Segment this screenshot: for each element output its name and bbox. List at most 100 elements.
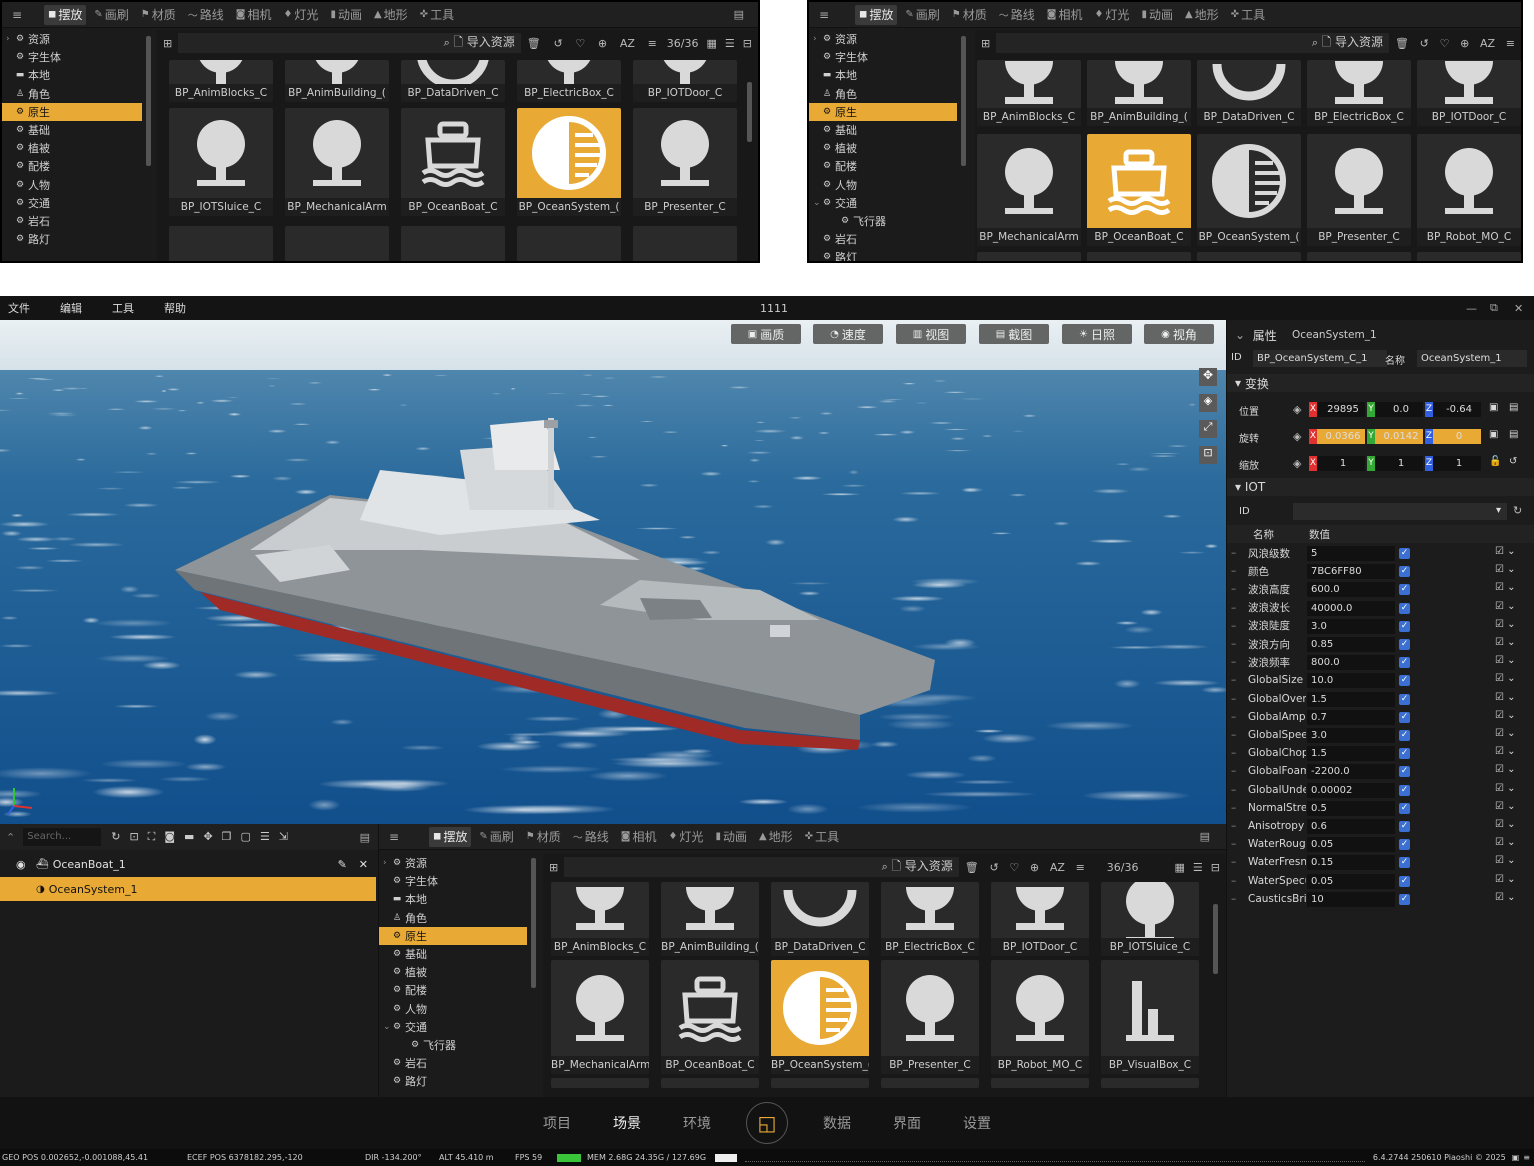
param-enabled-checkbox[interactable]: ✓ xyxy=(1399,748,1410,760)
nav-item[interactable]: 数据 xyxy=(823,1113,851,1133)
nav-item[interactable]: 界面 xyxy=(893,1113,921,1133)
param-enabled-checkbox[interactable]: ✓ xyxy=(1399,566,1410,578)
param-enabled-checkbox[interactable]: ✓ xyxy=(1399,584,1410,596)
param-options-icon[interactable]: ☑ ⌄ xyxy=(1495,819,1516,830)
sort-az-icon[interactable]: AZ xyxy=(1050,861,1065,874)
remove-icon[interactable]: – xyxy=(1231,747,1236,759)
remove-icon[interactable]: – xyxy=(1231,620,1236,632)
tree-item[interactable]: ⚙ 基础 xyxy=(379,945,527,963)
import-asset-button[interactable]: 🗋 导入资源 xyxy=(453,33,514,54)
filter-icon[interactable]: ≡ xyxy=(1506,37,1515,50)
param-value-input[interactable]: -2200.0 xyxy=(1307,764,1395,780)
param-value-input[interactable]: 0.00002 xyxy=(1307,782,1395,798)
rot-z-input[interactable]: 0 xyxy=(1433,429,1481,444)
tree-item[interactable]: › ⚙ 资源 xyxy=(379,854,527,872)
tab-route[interactable]: 〜路线 xyxy=(995,5,1039,25)
settings-icon[interactable]: ⊟ xyxy=(1211,861,1220,874)
delete-icon[interactable]: 🗑 xyxy=(965,861,979,874)
remove-icon[interactable]: – xyxy=(1231,547,1236,559)
link-icon[interactable]: ◈ xyxy=(1293,457,1301,470)
restore-button[interactable]: ⧉ xyxy=(1490,301,1498,315)
tab-wrench[interactable]: ✜ 工具 xyxy=(801,827,843,847)
remove-icon[interactable]: – xyxy=(1231,838,1236,850)
param-options-icon[interactable]: ☑ ⌄ xyxy=(1495,655,1516,666)
remove-icon[interactable]: – xyxy=(1231,693,1236,705)
cube-view-icon[interactable]: ◈ xyxy=(1199,394,1217,412)
search-input[interactable]: ⌕ 🗋 导入资源 xyxy=(178,33,521,53)
tab-route[interactable]: 〜路线 xyxy=(184,5,228,25)
param-options-icon[interactable]: ☑ ⌄ xyxy=(1495,619,1516,630)
frame-icon[interactable]: ⊡ xyxy=(129,830,138,844)
param-value-input[interactable]: 0.5 xyxy=(1307,800,1395,816)
asset-tile[interactable] xyxy=(551,1078,649,1088)
tree-item[interactable]: ⚙ 人物 xyxy=(809,176,957,194)
asset-tile[interactable]: BP_ElectricBox_C xyxy=(1307,60,1411,126)
tree-toggle-icon[interactable]: ⊞ xyxy=(549,861,558,874)
tab-light[interactable]: ♦ 灯光 xyxy=(279,5,322,25)
remove-icon[interactable]: – xyxy=(1231,893,1236,905)
asset-tile[interactable]: BP_Robot_MO_C xyxy=(991,960,1089,1074)
param-options-icon[interactable]: ☑ ⌄ xyxy=(1495,692,1516,703)
tab-light[interactable]: ♦ 灯光 xyxy=(664,827,707,847)
history-icon[interactable]: ↺ xyxy=(989,861,998,874)
tab-paint[interactable]: ⚑ 材质 xyxy=(137,5,180,25)
param-options-icon[interactable]: ☑ ⌄ xyxy=(1495,764,1516,775)
param-enabled-checkbox[interactable]: ✓ xyxy=(1399,784,1410,796)
asset-tile[interactable]: BP_Presenter_C xyxy=(881,960,979,1074)
param-enabled-checkbox[interactable]: ✓ xyxy=(1399,639,1410,650)
tree-item[interactable]: ⚙ 岩石 xyxy=(379,1054,527,1072)
add-icon[interactable]: ⊕ xyxy=(1460,37,1469,50)
asset-tile[interactable]: BP_MechanicalArm xyxy=(551,960,649,1074)
param-enabled-checkbox[interactable]: ✓ xyxy=(1399,893,1410,905)
asset-tile[interactable]: BP_IOTDoor_C xyxy=(1417,60,1521,126)
history-icon[interactable]: ↺ xyxy=(553,37,562,50)
tree-item[interactable]: ⚙ 植被 xyxy=(2,139,142,157)
viewport-speed-button[interactable]: ◔ 速度 xyxy=(813,324,883,344)
param-enabled-checkbox[interactable]: ✓ xyxy=(1399,693,1410,705)
param-value-input[interactable]: 3.0 xyxy=(1307,618,1395,634)
tree-item[interactable]: ⚙ 配楼 xyxy=(379,981,527,999)
tab-light[interactable]: ♦ 灯光 xyxy=(1090,5,1133,25)
export-icon[interactable]: ⇲ xyxy=(279,830,288,844)
asset-tile[interactable]: BP_AnimBlocks_C xyxy=(169,60,273,102)
chevron-icon[interactable]: ⌄ xyxy=(813,198,821,208)
param-enabled-checkbox[interactable]: ✓ xyxy=(1399,602,1410,614)
asset-tile[interactable]: BP_ElectricBox_C xyxy=(881,882,979,956)
copy-icon[interactable]: ▣ xyxy=(1489,429,1498,440)
param-options-icon[interactable]: ☑ ⌄ xyxy=(1495,801,1516,812)
tree-scrollbar[interactable] xyxy=(531,858,536,988)
app-logo-icon[interactable]: ◱ xyxy=(746,1102,788,1144)
move-gizmo-icon[interactable]: ✥ xyxy=(1199,368,1217,386)
asset-tile[interactable]: BP_IOTSluice_C xyxy=(1101,882,1199,956)
asset-tile[interactable]: BP_AnimBlocks_C xyxy=(977,60,1081,126)
tree-item[interactable]: ⚙ 路灯 xyxy=(379,1072,527,1090)
tab-cube[interactable]: ◼ 摆放 xyxy=(44,4,87,25)
param-options-icon[interactable]: ☑ ⌄ xyxy=(1495,837,1516,848)
tab-terrain[interactable]: ▲ 地形 xyxy=(1181,5,1223,25)
copy-icon[interactable]: ❐ xyxy=(222,830,232,844)
param-enabled-checkbox[interactable]: ✓ xyxy=(1399,730,1410,741)
menu-icon[interactable]: ≡ xyxy=(379,830,409,844)
asset-tile[interactable] xyxy=(285,226,389,261)
filter-icon[interactable]: ≡ xyxy=(648,37,657,50)
tree-item[interactable]: ⚙ 路灯 xyxy=(809,248,957,261)
asset-tile[interactable]: BP_IOTDoor_C xyxy=(633,60,737,102)
param-value-input[interactable]: 0.15 xyxy=(1307,855,1395,871)
param-options-icon[interactable]: ☑ ⌄ xyxy=(1495,783,1516,794)
param-value-input[interactable]: 1.5 xyxy=(1307,691,1395,707)
param-options-icon[interactable]: ☑ ⌄ xyxy=(1495,892,1516,903)
name-field[interactable]: OceanSystem_1 xyxy=(1417,350,1527,367)
menu-help[interactable]: 帮助 xyxy=(164,300,186,316)
id-field[interactable]: BP_OceanSystem_C_1 xyxy=(1253,350,1387,367)
pos-z-input[interactable]: -0.64 xyxy=(1433,402,1481,417)
tab-wrench[interactable]: ✜ 工具 xyxy=(416,5,458,25)
3d-viewport[interactable]: ▣ 画质 ◔ 速度 ▥ 视图 ▤ 截图 ☀ 日照 ◉ 视角 ✥ ◈ ⤢ ⊡ xyxy=(0,320,1226,824)
sort-az-icon[interactable]: AZ xyxy=(1480,37,1495,50)
param-enabled-checkbox[interactable]: ✓ xyxy=(1399,821,1410,832)
param-enabled-checkbox[interactable]: ✓ xyxy=(1399,839,1410,851)
remove-icon[interactable]: – xyxy=(1231,656,1236,668)
link-icon[interactable]: ◈ xyxy=(1293,430,1301,443)
asset-tile[interactable]: BP_DataDriven_C xyxy=(771,882,869,956)
tree-toggle-icon[interactable]: ⊞ xyxy=(163,37,172,50)
copy-icon[interactable]: ▣ xyxy=(1489,402,1498,413)
